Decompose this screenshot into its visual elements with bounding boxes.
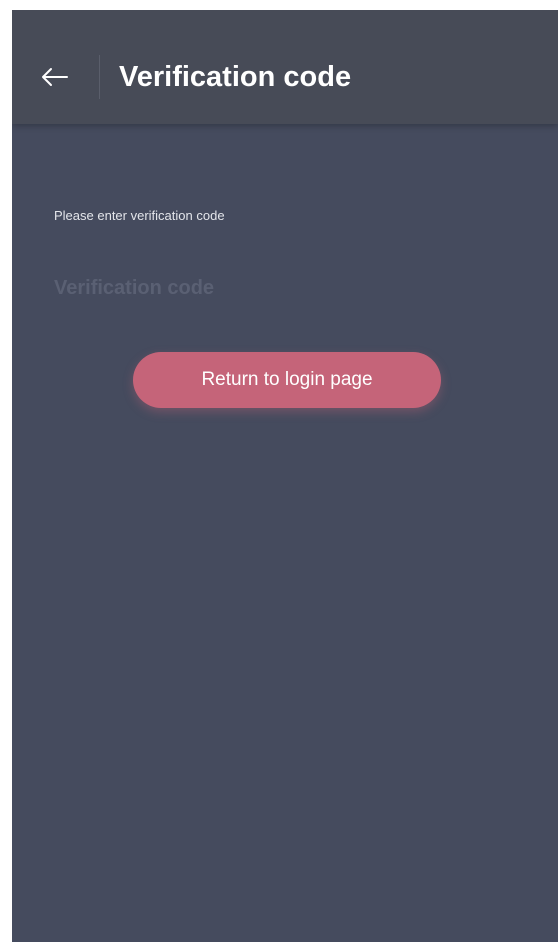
- verification-code-input[interactable]: [52, 272, 514, 304]
- return-to-login-button[interactable]: Return to login page: [133, 352, 441, 408]
- back-button[interactable]: [34, 57, 74, 97]
- verification-screen: Verification code Please enter verificat…: [12, 10, 558, 942]
- app-header: Verification code: [12, 10, 558, 124]
- verification-label: Please enter verification code: [54, 208, 225, 223]
- header-divider: [99, 55, 100, 99]
- arrow-left-icon: [40, 67, 68, 87]
- page-title: Verification code: [119, 61, 352, 93]
